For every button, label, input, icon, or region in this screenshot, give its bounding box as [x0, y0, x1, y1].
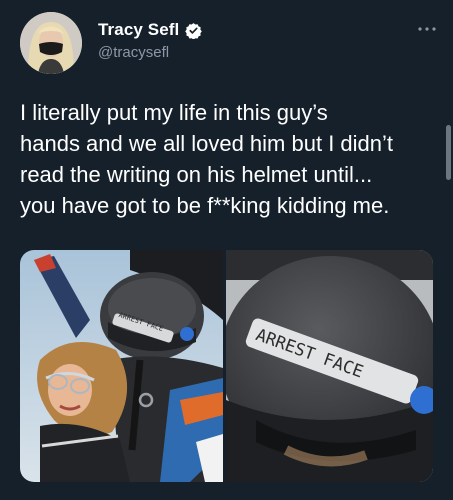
tweet-header: Tracy Sefl @tracysefl: [20, 12, 437, 76]
tweet-media: ARREST FACE ARREST FACE: [20, 250, 433, 482]
tweet-text-line: hands and we all loved him but I didn’t: [20, 131, 394, 156]
verified-badge-icon: [185, 22, 203, 40]
avatar-image: [20, 12, 82, 74]
media-photo-1[interactable]: ARREST FACE: [20, 250, 223, 482]
name-row: Tracy Sefl: [98, 20, 203, 40]
avatar[interactable]: [20, 12, 82, 74]
author-names: Tracy Sefl @tracysefl: [98, 20, 203, 61]
tweet-text: I literally put my life in this guy’s ha…: [20, 97, 445, 221]
tweet: Tracy Sefl @tracysefl I literally put my…: [0, 0, 453, 500]
more-horizontal-icon[interactable]: [417, 22, 437, 32]
scrollbar[interactable]: [446, 125, 451, 180]
tweet-text-line: I literally put my life in this guy’s: [20, 100, 328, 125]
tweet-text-line: you have got to be f**king kidding me.: [20, 193, 390, 218]
display-name[interactable]: Tracy Sefl: [98, 20, 179, 40]
tweet-text-line: read the writing on his helmet until...: [20, 162, 373, 187]
media-photo-2[interactable]: ARREST FACE: [226, 250, 433, 482]
handle[interactable]: @tracysefl: [98, 44, 202, 61]
